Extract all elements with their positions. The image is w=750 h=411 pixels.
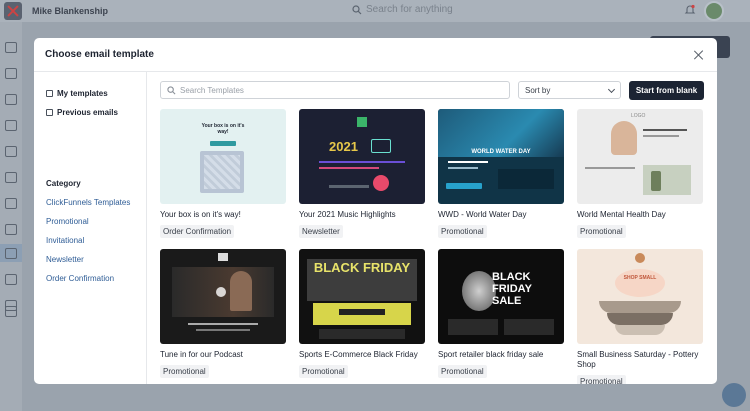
- template-tag: Order Confirmation: [160, 225, 235, 238]
- template-thumbnail: WORLD WATER DAY: [438, 109, 564, 204]
- template-card[interactable]: SHOP SMALL Small Business Saturday - Pot…: [577, 249, 703, 384]
- template-thumbnail: BLACK FRIDAY SALE: [438, 249, 564, 344]
- sort-label: Sort by: [525, 85, 551, 95]
- category-invitational[interactable]: Invitational: [46, 236, 84, 245]
- template-thumbnail: [160, 249, 286, 344]
- nav-previous-emails[interactable]: Previous emails: [46, 108, 118, 117]
- template-tag: Promotional: [438, 225, 487, 238]
- category-clickfunnels[interactable]: ClickFunnels Templates: [46, 198, 130, 207]
- template-thumbnail: LOGO: [577, 109, 703, 204]
- folder-icon: [46, 90, 53, 97]
- template-tag: Promotional: [299, 365, 348, 378]
- category-title: Category: [46, 179, 81, 188]
- thumbnail-text: WORLD WATER DAY: [471, 149, 531, 155]
- close-icon[interactable]: [692, 48, 706, 62]
- template-thumbnail: BLACK FRIDAY: [299, 249, 425, 344]
- chart-icon[interactable]: [5, 198, 17, 209]
- store-icon[interactable]: [5, 120, 17, 131]
- template-sidebar: My templates Previous emails Category Cl…: [34, 72, 147, 384]
- search-icon: [352, 4, 362, 14]
- thumbnail-text: 2021: [329, 139, 358, 154]
- thumbnail-text: Your box is on it's way!: [201, 123, 245, 135]
- grid-icon[interactable]: [5, 146, 17, 157]
- bell-icon[interactable]: [684, 4, 696, 16]
- template-tag: Promotional: [577, 375, 626, 384]
- home-icon[interactable]: [5, 42, 17, 53]
- template-tag: Promotional: [160, 365, 209, 378]
- mail-nav-icon[interactable]: [5, 248, 17, 259]
- ai-icon[interactable]: [5, 306, 17, 317]
- modal-title: Choose email template: [45, 49, 154, 60]
- template-card[interactable]: Your box is on it's way! Your box is on …: [160, 109, 286, 239]
- template-title: Sport retailer black friday sale: [438, 350, 544, 359]
- user-name: Mike Blankenship: [32, 6, 109, 16]
- chevron-down-icon: [607, 85, 616, 94]
- nav-my-templates-label: My templates: [57, 89, 108, 98]
- modal-header: Choose email template: [34, 38, 717, 72]
- template-card[interactable]: BLACK FRIDAY SALE Sport retailer black f…: [438, 249, 564, 379]
- thumbnail-text: BLACK FRIDAY: [313, 260, 411, 275]
- app-topbar: Mike Blankenship Search for anything: [0, 0, 750, 22]
- template-thumbnail: 2021: [299, 109, 425, 204]
- template-card[interactable]: LOGO World Mental Health Day Promotional: [577, 109, 703, 239]
- template-card[interactable]: WORLD WATER DAY WWD - World Water Day Pr…: [438, 109, 564, 239]
- category-newsletter[interactable]: Newsletter: [46, 255, 84, 264]
- avatar[interactable]: [704, 1, 724, 21]
- funnel-icon[interactable]: [5, 94, 17, 105]
- category-promotional[interactable]: Promotional: [46, 217, 89, 226]
- help-icon[interactable]: [722, 383, 746, 407]
- template-card[interactable]: Tune in for our Podcast Promotional: [160, 249, 286, 379]
- template-search[interactable]: [160, 81, 510, 99]
- global-search[interactable]: Search for anything: [352, 4, 453, 15]
- template-title: Your 2021 Music Highlights: [299, 210, 396, 219]
- category-order-confirmation[interactable]: Order Confirmation: [46, 274, 114, 283]
- app-sidebar: [0, 22, 22, 411]
- template-title: Sports E-Commerce Black Friday: [299, 350, 418, 359]
- template-search-input[interactable]: [180, 85, 500, 95]
- contacts-icon[interactable]: [5, 172, 17, 183]
- thumbnail-text: LOGO: [631, 113, 646, 119]
- template-card[interactable]: 2021 Your 2021 Music Highlights Newslett…: [299, 109, 425, 239]
- template-tag: Newsletter: [299, 225, 343, 238]
- global-search-placeholder: Search for anything: [366, 4, 453, 15]
- list-icon[interactable]: [5, 224, 17, 235]
- template-card[interactable]: BLACK FRIDAY Sports E-Commerce Black Fri…: [299, 249, 425, 379]
- template-tag: Promotional: [577, 225, 626, 238]
- nav-my-templates[interactable]: My templates: [46, 89, 108, 98]
- nav-previous-emails-label: Previous emails: [57, 108, 118, 117]
- app-logo: [4, 2, 22, 20]
- template-title: World Mental Health Day: [577, 210, 666, 219]
- template-tag: Promotional: [438, 365, 487, 378]
- template-thumbnail: SHOP SMALL: [577, 249, 703, 344]
- template-modal: Choose email template My templates Previ…: [34, 38, 717, 384]
- workflow-icon[interactable]: [5, 274, 17, 285]
- template-thumbnail: Your box is on it's way!: [160, 109, 286, 204]
- thumbnail-text: BLACK FRIDAY SALE: [492, 271, 532, 307]
- template-title: Small Business Saturday - Pottery Shop: [577, 350, 699, 369]
- mail-icon: [46, 109, 53, 116]
- search-icon: [167, 85, 176, 94]
- thumbnail-text: SHOP SMALL: [623, 275, 657, 281]
- calendar-icon[interactable]: [5, 68, 17, 79]
- start-from-blank-button[interactable]: Start from blank: [629, 81, 704, 100]
- template-title: Your box is on it's way!: [160, 210, 241, 219]
- template-content: Sort by Start from blank Your box is on …: [147, 72, 717, 384]
- template-title: WWD - World Water Day: [438, 210, 527, 219]
- template-title: Tune in for our Podcast: [160, 350, 243, 359]
- sort-select[interactable]: Sort by: [518, 81, 621, 99]
